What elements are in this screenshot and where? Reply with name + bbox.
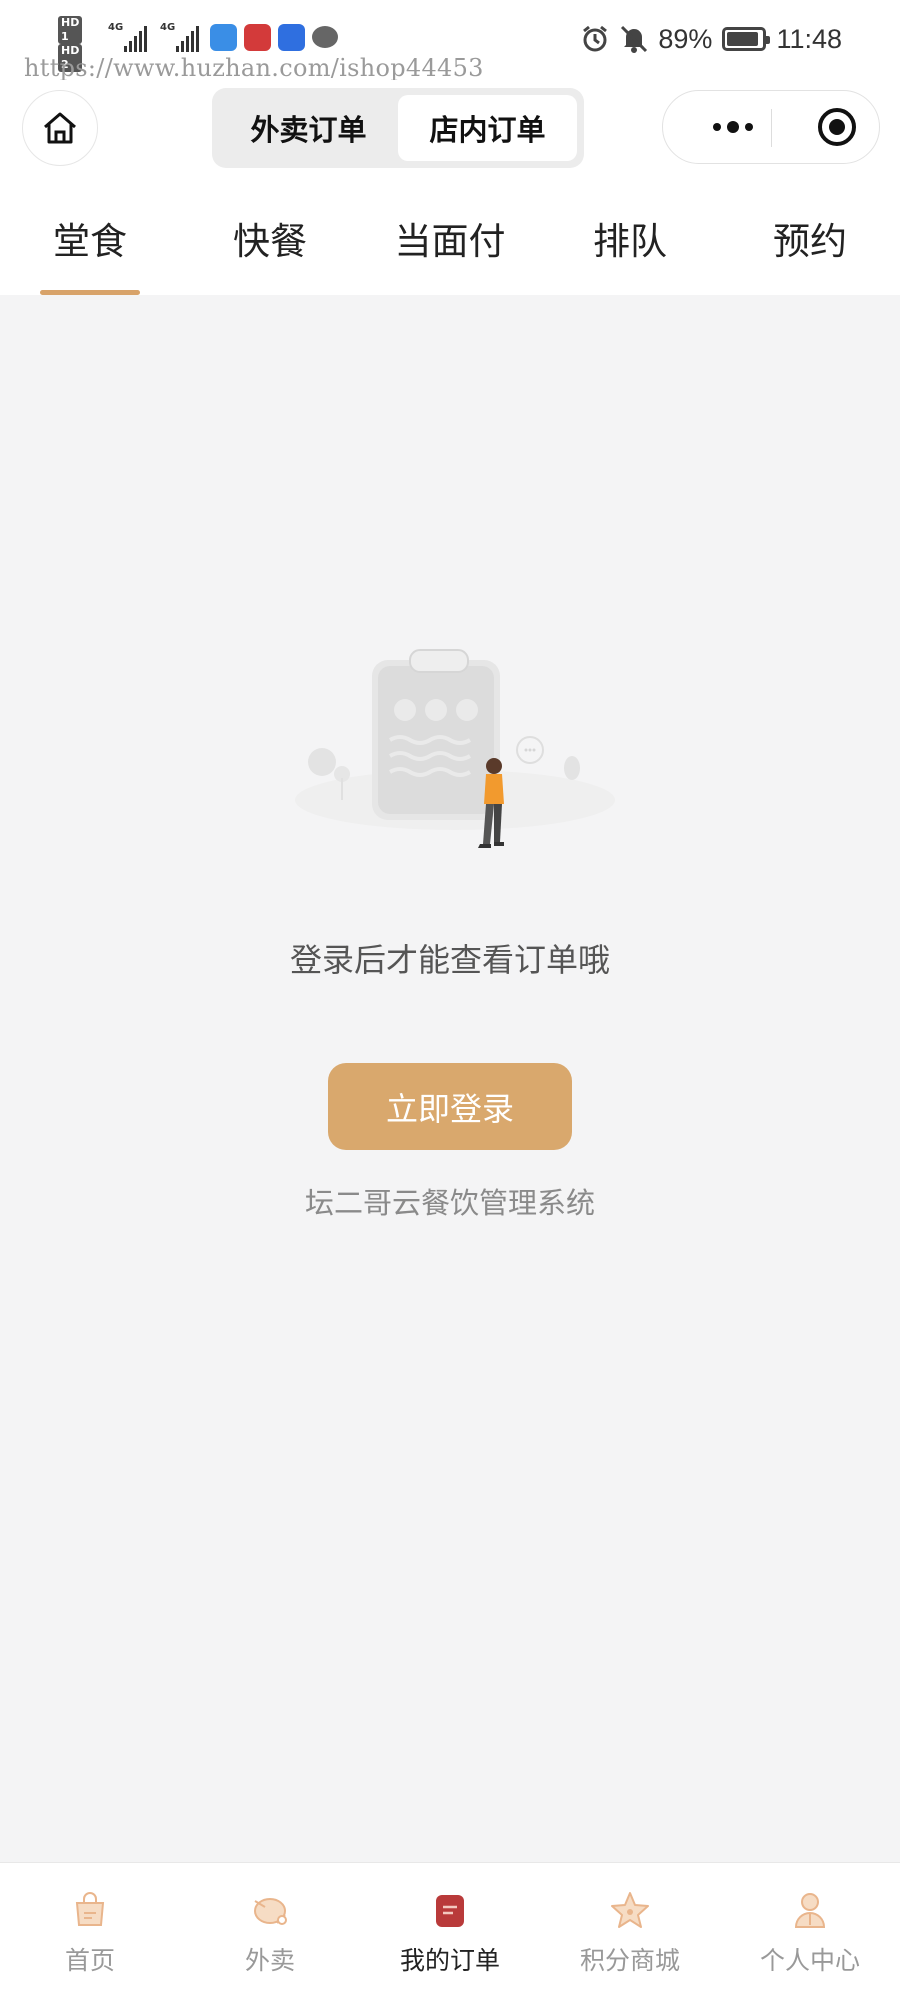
home-bag-icon — [75, 1892, 105, 1926]
order-category-tabs: 堂食 快餐 当面付 排队 预约 — [0, 180, 900, 295]
tabbar-item-takeout[interactable]: 外卖 — [180, 1863, 360, 2000]
tabbar-item-points-mall[interactable]: 积分商城 — [540, 1863, 720, 2000]
chat-bubble-icon — [312, 26, 338, 48]
battery-percent: 89% — [658, 23, 713, 54]
status-right: 89% 11:48 — [580, 18, 842, 60]
tab-queue[interactable]: 排队 — [540, 180, 720, 295]
active-tab-underline — [40, 290, 140, 295]
tabbar-item-profile[interactable]: 个人中心 — [720, 1863, 900, 2000]
tabbar-item-my-orders[interactable]: 我的订单 — [360, 1863, 540, 2000]
tabbar-item-home[interactable]: 首页 — [0, 1863, 180, 2000]
tabbar-label: 积分商城 — [579, 1946, 680, 1975]
more-dot-icon — [713, 123, 721, 131]
empty-orders-illustration — [295, 649, 615, 848]
more-dot-icon — [727, 121, 739, 133]
target-close-icon — [818, 108, 856, 146]
clock: 11:48 — [776, 23, 842, 54]
watermark-url: https://www.huzhan.com/ishop44453 — [24, 54, 484, 82]
signal-icon-1 — [124, 26, 147, 52]
bottom-tab-bar: 首页 外卖 我的订单 积分商城 个人中心 — [0, 1862, 900, 2000]
tabbar-label: 个人中心 — [759, 1946, 860, 1975]
user-icon — [794, 1893, 826, 1928]
tabbar-label: 首页 — [64, 1946, 115, 1975]
order-icon — [436, 1895, 464, 1927]
tab-reservation[interactable]: 预约 — [720, 180, 900, 295]
tab-label: 快餐 — [233, 219, 307, 263]
tab-label: 预约 — [773, 219, 847, 263]
tabbar-label: 外卖 — [244, 1946, 295, 1975]
battery-icon — [722, 27, 771, 51]
home-icon — [44, 112, 76, 144]
segment-in-store-orders[interactable]: 店内订单 — [398, 95, 577, 161]
login-button[interactable]: 立即登录 — [328, 1063, 572, 1150]
app-notify-icon-2 — [244, 24, 271, 51]
signal-icon-2 — [176, 26, 199, 52]
hd-badge-1: HD 1 — [58, 16, 83, 44]
tab-label: 当面付 — [394, 219, 506, 263]
alarm-icon — [583, 25, 608, 52]
tabbar-label: 我的订单 — [399, 1946, 500, 1975]
app-notify-icon-1 — [210, 24, 237, 51]
segment-takeout-orders[interactable]: 外卖订单 — [219, 95, 398, 161]
more-dot-icon — [745, 123, 753, 131]
login-required-message: 登录后才能查看订单哦 — [289, 941, 610, 979]
tab-fast-food[interactable]: 快餐 — [180, 180, 360, 295]
capsule-divider — [771, 109, 772, 147]
network-type-1: 4G — [108, 22, 124, 33]
miniprogram-capsule — [662, 90, 880, 164]
delivery-icon — [254, 1898, 287, 1925]
network-type-2: 4G — [160, 22, 176, 33]
app-notify-icon-3 — [278, 24, 305, 51]
tab-face-to-face-pay[interactable]: 当面付 — [360, 180, 540, 295]
tab-label: 堂食 — [53, 219, 127, 263]
star-icon — [611, 1892, 649, 1928]
tab-label: 排队 — [593, 219, 667, 263]
order-type-switch: 外卖订单 店内订单 — [212, 88, 584, 168]
nav-header: 外卖订单 店内订单 — [0, 80, 900, 180]
brand-footer-text: 坛二哥云餐饮管理系统 — [304, 1186, 595, 1220]
tab-dine-in[interactable]: 堂食 — [0, 180, 180, 295]
more-menu-button[interactable] — [693, 91, 773, 163]
mute-bell-icon — [621, 25, 648, 53]
close-miniprogram-button[interactable] — [797, 91, 877, 163]
home-button[interactable] — [22, 90, 98, 166]
